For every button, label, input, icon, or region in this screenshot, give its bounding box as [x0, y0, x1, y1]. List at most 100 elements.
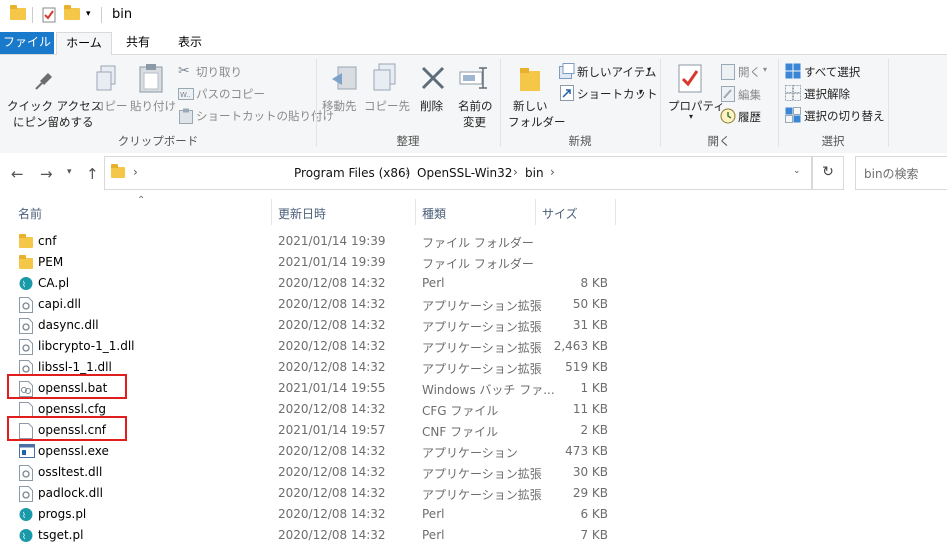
- quick-access-dropdown-icon[interactable]: ▾: [86, 9, 91, 19]
- file-row[interactable]: padlock.dll 2020/12/08 14:32 アプリケーション拡張 29 …: [0, 483, 947, 504]
- file-date: 2020/12/08 14:32: [278, 528, 386, 542]
- pin-icon: [34, 67, 56, 94]
- invert-selection-button[interactable]: 選択の切り替え: [804, 108, 885, 124]
- address-bar[interactable]: › Program Files (x86) › OpenSSL-Win32 › …: [104, 156, 812, 190]
- move-to-icon: [330, 63, 358, 96]
- file-name: CA.pl: [38, 276, 70, 290]
- column-divider[interactable]: [271, 199, 272, 225]
- select-none-button[interactable]: 選択解除: [804, 86, 850, 102]
- rename-button[interactable]: 名前の: [458, 98, 493, 114]
- file-row[interactable]: libssl-1_1.dll 2020/12/08 14:32 アプリケーション拡張…: [0, 357, 947, 378]
- up-arrow-icon[interactable]: ↑: [86, 165, 99, 183]
- file-name: libssl-1_1.dll: [38, 360, 112, 374]
- history-button[interactable]: 履歴: [738, 109, 761, 125]
- copy-path-button[interactable]: パスのコピー: [196, 86, 265, 102]
- file-row[interactable]: openssl.exe 2020/12/08 14:32 アプリケーション 473 K…: [0, 441, 947, 462]
- column-header-name[interactable]: 名前: [18, 205, 42, 222]
- file-size: 30 KB: [572, 465, 608, 479]
- copy-to-button[interactable]: コピー先: [364, 98, 410, 114]
- open-icon: [721, 64, 735, 83]
- breadcrumb-separator-icon[interactable]: ›: [550, 165, 555, 179]
- tab-home[interactable]: ホーム: [56, 32, 112, 56]
- file-date: 2020/12/08 14:32: [278, 402, 386, 416]
- file-date: 2020/12/08 14:32: [278, 486, 386, 500]
- file-date: 2020/12/08 14:32: [278, 297, 386, 311]
- folder-icon: [10, 5, 26, 20]
- file-size: 11 KB: [572, 402, 608, 416]
- forward-arrow-icon[interactable]: →: [40, 165, 53, 183]
- shortcut-button[interactable]: ショートカット: [577, 86, 658, 102]
- address-dropdown-icon[interactable]: ⌄: [793, 166, 801, 176]
- refresh-icon[interactable]: ↻: [812, 156, 844, 190]
- file-date: 2020/12/08 14:32: [278, 318, 386, 332]
- pin-quick-access-button[interactable]: クイック アクセス: [7, 98, 102, 114]
- select-all-button[interactable]: すべて選択: [804, 64, 860, 80]
- select-group-label: 選択: [821, 134, 845, 148]
- file-row[interactable]: ⌇ progs.pl 2020/12/08 14:32 Perl 6 KB: [0, 504, 947, 525]
- search-input[interactable]: binの検索: [855, 156, 947, 190]
- new-item-dropdown-icon[interactable]: ▾: [647, 65, 651, 74]
- folder-file-icon: [19, 234, 33, 249]
- new-folder-button[interactable]: 新しい: [513, 98, 548, 114]
- breadcrumb-separator-icon[interactable]: ›: [513, 165, 518, 179]
- file-row[interactable]: dasync.dll 2020/12/08 14:32 アプリケーション拡張 31 K…: [0, 315, 947, 336]
- column-header-size[interactable]: サイズ: [542, 205, 578, 222]
- paste-button[interactable]: 貼り付け: [130, 98, 176, 114]
- svg-text:⌇: ⌇: [22, 511, 26, 520]
- file-size: 29 KB: [572, 486, 608, 500]
- breadcrumb-program-files[interactable]: Program Files (x86): [294, 166, 410, 180]
- column-divider[interactable]: [615, 199, 616, 225]
- properties-button[interactable]: プロパティ: [668, 98, 725, 114]
- back-arrow-icon[interactable]: ←: [11, 165, 24, 183]
- breadcrumb-bin[interactable]: bin: [525, 166, 544, 180]
- column-header-date[interactable]: 更新日時: [278, 205, 326, 222]
- recent-locations-dropdown-icon[interactable]: ▾: [67, 167, 72, 177]
- file-date: 2021/01/14 19:57: [278, 423, 386, 437]
- breadcrumb-separator-icon[interactable]: ›: [405, 165, 410, 179]
- search-placeholder: binの検索: [864, 167, 919, 181]
- file-row[interactable]: openssl.cnf 2021/01/14 19:57 CNF ファイル 2 KB: [0, 420, 947, 441]
- file-row[interactable]: libcrypto-1_1.dll 2020/12/08 14:32 アプリケーショ…: [0, 336, 947, 357]
- file-row[interactable]: openssl.bat 2021/01/14 19:55 Windows バッチ フ…: [0, 378, 947, 399]
- cut-button[interactable]: 切り取り: [196, 64, 242, 80]
- move-to-button[interactable]: 移動先: [322, 98, 357, 114]
- paste-shortcut-button[interactable]: ショートカットの貼り付け: [196, 108, 334, 124]
- file-size: 8 KB: [580, 276, 608, 290]
- file-name: dasync.dll: [38, 318, 99, 332]
- new-item-button[interactable]: 新しいアイテム: [577, 64, 656, 80]
- file-row[interactable]: ⌇ CA.pl 2020/12/08 14:32 Perl 8 KB: [0, 273, 947, 294]
- new-folder-quick-icon[interactable]: [64, 5, 80, 20]
- open-group-label: 開く: [707, 134, 731, 148]
- copy-path-icon: W..: [178, 88, 194, 103]
- column-divider[interactable]: [415, 199, 416, 225]
- properties-dropdown-icon[interactable]: ▾: [689, 112, 693, 121]
- tab-view[interactable]: 表示: [168, 32, 212, 54]
- title-bar: ▾ bin: [0, 0, 947, 32]
- window-title: bin: [112, 7, 133, 22]
- file-row[interactable]: capi.dll 2020/12/08 14:32 アプリケーション拡張 50 KB: [0, 294, 947, 315]
- pin-quick-access-label: にピン留めする: [13, 115, 94, 129]
- file-row[interactable]: openssl.cfg 2020/12/08 14:32 CFG ファイル 11 KB: [0, 399, 947, 420]
- file-row[interactable]: ossltest.dll 2020/12/08 14:32 アプリケーション拡張 30…: [0, 462, 947, 483]
- file-name: capi.dll: [38, 297, 82, 311]
- copy-button[interactable]: コピー: [93, 98, 128, 114]
- breadcrumb-separator-icon[interactable]: ›: [133, 165, 138, 179]
- tab-file[interactable]: ファイル: [0, 32, 54, 54]
- column-header-type[interactable]: 種類: [422, 205, 446, 222]
- file-row[interactable]: cnf 2021/01/14 19:39 ファイル フォルダー: [0, 231, 947, 252]
- edit-button[interactable]: 編集: [738, 87, 761, 103]
- tab-share[interactable]: 共有: [116, 32, 160, 54]
- shortcut-dropdown-icon[interactable]: ▾: [639, 87, 643, 96]
- file-row[interactable]: ⌇ tsget.pl 2020/12/08 14:32 Perl 7 KB: [0, 525, 947, 546]
- rename-icon: [459, 67, 489, 92]
- delete-button[interactable]: 削除: [420, 98, 443, 114]
- dll-file-icon: [19, 297, 33, 313]
- svg-text:⌇: ⌇: [22, 280, 26, 289]
- column-divider[interactable]: [535, 199, 536, 225]
- rename-label: 変更: [463, 115, 486, 129]
- open-button[interactable]: 開く: [738, 64, 761, 80]
- properties-quick-icon[interactable]: [42, 7, 56, 26]
- open-dropdown-icon[interactable]: ▾: [763, 65, 767, 74]
- breadcrumb-openssl-win32[interactable]: OpenSSL-Win32: [417, 166, 512, 180]
- file-row[interactable]: PEM 2021/01/14 19:39 ファイル フォルダー: [0, 252, 947, 273]
